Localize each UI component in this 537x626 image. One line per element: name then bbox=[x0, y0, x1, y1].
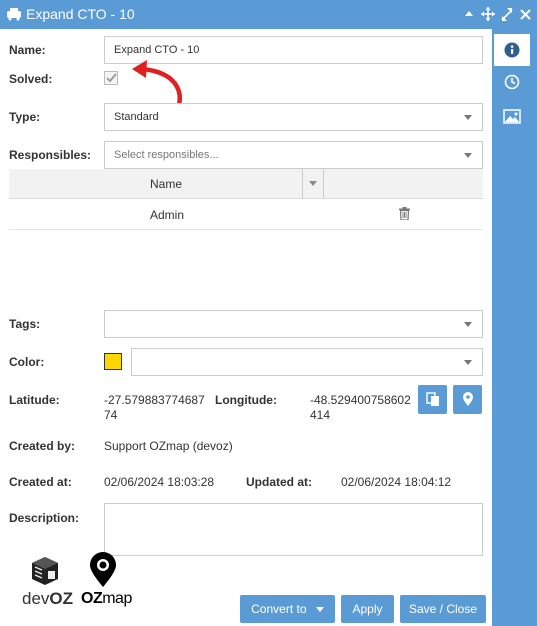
trash-icon[interactable] bbox=[399, 207, 410, 223]
ozmap-wordmark: OZmap bbox=[81, 590, 132, 608]
apply-button[interactable]: Apply bbox=[341, 595, 394, 623]
copy-coordinates-button[interactable] bbox=[418, 385, 447, 414]
type-value: Standard bbox=[114, 111, 159, 123]
cto-box-icon bbox=[6, 7, 22, 24]
created-by-value: Support OZmap (devoz) bbox=[104, 439, 233, 453]
ozmap-logo: OZmap bbox=[80, 552, 134, 610]
devoz-cube-icon bbox=[32, 557, 58, 585]
type-select[interactable]: Standard bbox=[104, 103, 483, 131]
color-swatch[interactable] bbox=[104, 353, 122, 370]
chevron-down-icon bbox=[464, 153, 472, 158]
description-textarea[interactable] bbox=[104, 503, 483, 556]
convert-to-button[interactable]: Convert to bbox=[240, 595, 335, 623]
chevron-down-icon bbox=[464, 115, 472, 120]
devoz-wordmark: devOZ bbox=[22, 589, 73, 609]
image-icon bbox=[503, 108, 521, 124]
ozmap-pin-icon bbox=[90, 552, 116, 587]
title-bar: Expand CTO - 10 bbox=[0, 0, 537, 29]
chevron-down-icon bbox=[315, 607, 324, 613]
responsibles-label: Responsibles: bbox=[9, 148, 92, 162]
created-by-label: Created by: bbox=[9, 439, 76, 453]
name-label: Name: bbox=[9, 43, 46, 57]
color-select[interactable] bbox=[131, 348, 483, 376]
responsibles-table-header: Name bbox=[9, 169, 483, 199]
longitude-label: Longitude: bbox=[215, 393, 277, 407]
responsibles-placeholder: Select responsibles... bbox=[114, 149, 219, 161]
longitude-value: -48.529400758602 414 bbox=[310, 393, 411, 423]
column-header-name[interactable]: Name bbox=[150, 177, 182, 191]
column-menu-button[interactable] bbox=[302, 169, 324, 199]
map-marker-icon bbox=[462, 392, 473, 406]
updated-at-value: 02/06/2024 18:04:12 bbox=[341, 475, 452, 489]
table-row[interactable]: Admin bbox=[9, 199, 483, 230]
created-at-value: 02/06/2024 18:03:28 bbox=[104, 475, 215, 489]
tab-images[interactable] bbox=[494, 100, 530, 132]
tags-select[interactable] bbox=[104, 310, 483, 338]
convert-to-label: Convert to bbox=[251, 602, 307, 616]
close-icon[interactable] bbox=[518, 6, 532, 22]
chevron-down-icon bbox=[309, 181, 317, 186]
devoz-text-light: dev bbox=[22, 589, 50, 608]
latitude-value-line: 74 bbox=[104, 408, 118, 422]
color-label: Color: bbox=[9, 355, 45, 369]
side-tabs bbox=[492, 29, 537, 626]
save-close-button[interactable]: Save / Close bbox=[400, 595, 486, 623]
solved-label: Solved: bbox=[9, 72, 53, 86]
ozmap-text-bold: OZ bbox=[81, 590, 103, 607]
tags-label: Tags: bbox=[9, 317, 41, 331]
clock-icon bbox=[504, 74, 520, 90]
check-icon bbox=[106, 73, 117, 83]
chevron-down-icon bbox=[464, 322, 472, 327]
created-at-label: Created at: bbox=[9, 475, 72, 489]
collapse-icon[interactable] bbox=[462, 6, 476, 22]
chevron-down-icon bbox=[464, 360, 472, 365]
ozmap-text-light: map bbox=[102, 590, 132, 607]
description-label: Description: bbox=[9, 511, 80, 525]
devoz-logo: devOZ bbox=[20, 555, 73, 609]
longitude-value-line: -48.529400758602 bbox=[310, 393, 411, 407]
copy-icon bbox=[425, 392, 439, 406]
latitude-label: Latitude: bbox=[9, 393, 60, 407]
info-icon bbox=[504, 42, 520, 58]
latitude-value-line: -27.579883774687 bbox=[104, 393, 205, 407]
tab-history[interactable] bbox=[494, 66, 530, 98]
updated-at-label: Updated at: bbox=[246, 475, 312, 489]
window-title: Expand CTO - 10 bbox=[26, 6, 135, 22]
locate-button[interactable] bbox=[453, 385, 482, 414]
longitude-value-line: 414 bbox=[310, 408, 331, 422]
devoz-text-bold: OZ bbox=[49, 589, 74, 608]
type-label: Type: bbox=[9, 110, 41, 124]
latitude-value: -27.579883774687 74 bbox=[104, 393, 205, 423]
solved-checkbox[interactable] bbox=[104, 71, 118, 85]
expand-icon[interactable] bbox=[500, 6, 514, 22]
move-icon[interactable] bbox=[481, 6, 495, 22]
row-name: Admin bbox=[150, 208, 185, 222]
responsibles-select[interactable]: Select responsibles... bbox=[104, 141, 483, 169]
tab-info[interactable] bbox=[494, 34, 530, 66]
